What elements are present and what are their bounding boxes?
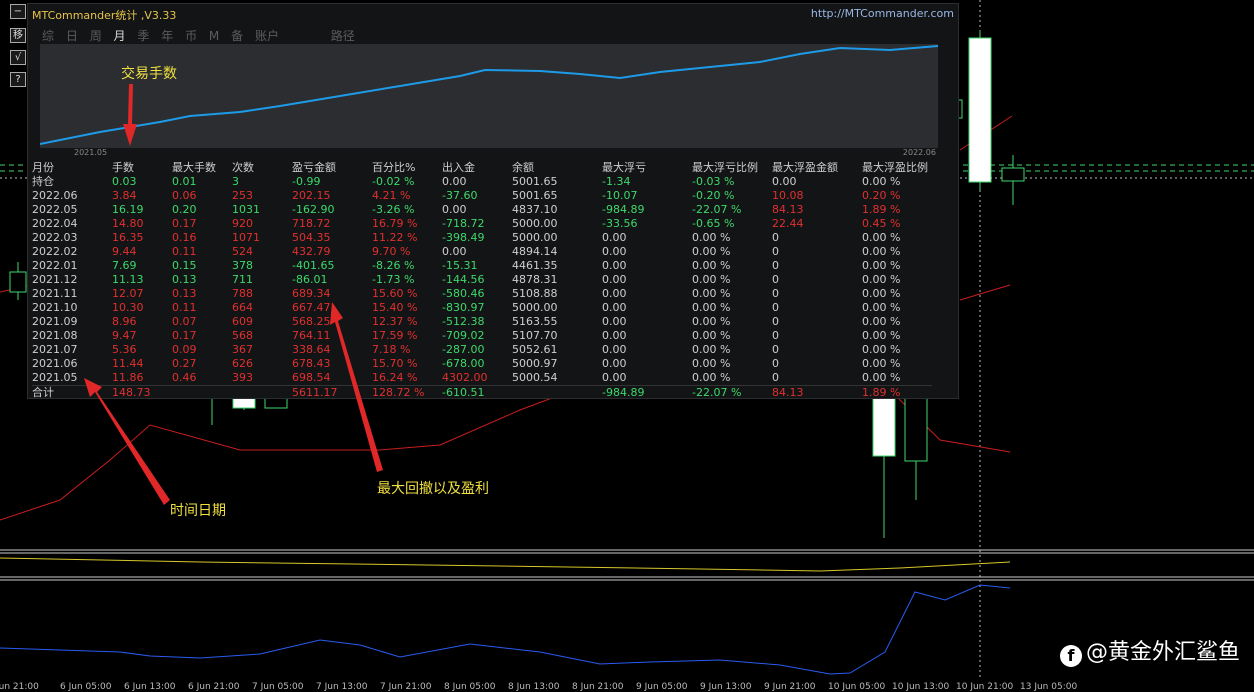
time-tick: 9 Jun 21:00 [764, 682, 816, 692]
time-tick: 7 Jun 21:00 [380, 682, 432, 692]
time-tick: Jun 21:00 [0, 682, 39, 692]
arrow-drawdown [330, 302, 383, 472]
annotation-date: 时间日期 [170, 503, 226, 519]
time-tick: 6 Jun 21:00 [188, 682, 240, 692]
watermark: f @黄金外汇鲨鱼 [1059, 634, 1240, 667]
annotation-arrows [84, 84, 383, 505]
facebook-icon: f [1059, 645, 1082, 667]
time-tick: 13 Jun 05:00 [1020, 682, 1078, 692]
time-tick: 9 Jun 13:00 [700, 682, 752, 692]
arrow-lots [123, 84, 137, 146]
arrow-date [84, 378, 170, 505]
time-tick: 7 Jun 13:00 [316, 682, 368, 692]
watermark-text: @黄金外汇鲨鱼 [1085, 640, 1240, 665]
time-tick: 9 Jun 05:00 [636, 682, 688, 692]
time-tick: 8 Jun 05:00 [444, 682, 496, 692]
time-tick: 8 Jun 21:00 [572, 682, 624, 692]
annotation-lots: 交易手数 [121, 66, 177, 82]
time-tick: 6 Jun 05:00 [60, 682, 112, 692]
time-tick: 10 Jun 05:00 [828, 682, 886, 692]
annotation-drawdown: 最大回撤以及盈利 [377, 481, 489, 497]
time-tick: 6 Jun 13:00 [124, 682, 176, 692]
time-tick: 10 Jun 21:00 [956, 682, 1014, 692]
time-tick: 10 Jun 13:00 [892, 682, 950, 692]
time-tick: 8 Jun 13:00 [508, 682, 560, 692]
time-tick: 7 Jun 05:00 [252, 682, 304, 692]
